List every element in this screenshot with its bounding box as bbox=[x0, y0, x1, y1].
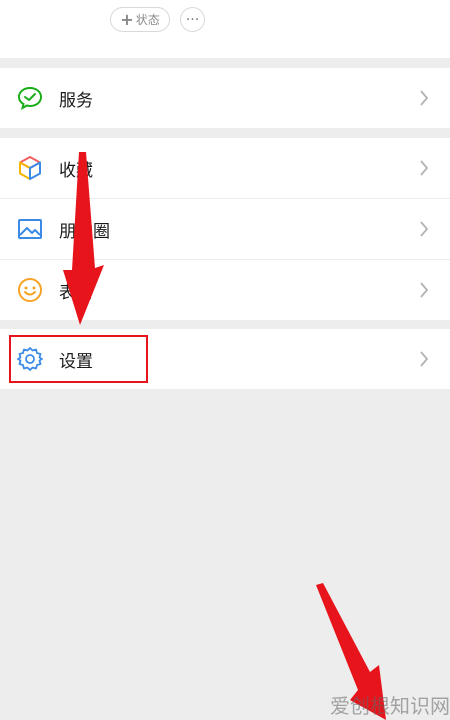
menu-label-stickers: 表情 bbox=[59, 282, 93, 303]
chevron-right-icon bbox=[414, 219, 434, 239]
cube-icon bbox=[17, 155, 43, 181]
status-label: 状态 bbox=[135, 13, 160, 27]
more-button[interactable]: ··· bbox=[180, 7, 205, 32]
settings-highlight-box bbox=[9, 335, 148, 383]
menu-item-stickers[interactable]: 表情 bbox=[0, 260, 450, 320]
more-dots-icon: ··· bbox=[185, 11, 200, 28]
menu-item-moments[interactable]: 朋友圈 bbox=[0, 199, 450, 259]
smiley-icon bbox=[17, 277, 43, 303]
chevron-right-icon bbox=[414, 280, 434, 300]
menu-item-favorites[interactable]: 收藏 bbox=[0, 138, 450, 198]
chevron-right-icon bbox=[414, 349, 434, 369]
chevron-right-icon bbox=[414, 158, 434, 178]
plus-icon: + bbox=[120, 9, 134, 29]
wechat-pay-icon bbox=[17, 85, 43, 111]
menu-label-services: 服务 bbox=[59, 90, 93, 111]
menu-label-favorites: 收藏 bbox=[59, 160, 93, 181]
profile-header: + 状态 ··· bbox=[0, 0, 450, 58]
status-button[interactable]: + 状态 bbox=[110, 7, 170, 32]
menu-item-services[interactable]: 服务 bbox=[0, 68, 450, 128]
image-icon bbox=[17, 216, 43, 242]
menu-label-moments: 朋友圈 bbox=[59, 221, 110, 242]
watermark: 爱创根知识网 bbox=[330, 694, 450, 718]
chevron-right-icon bbox=[414, 88, 434, 108]
